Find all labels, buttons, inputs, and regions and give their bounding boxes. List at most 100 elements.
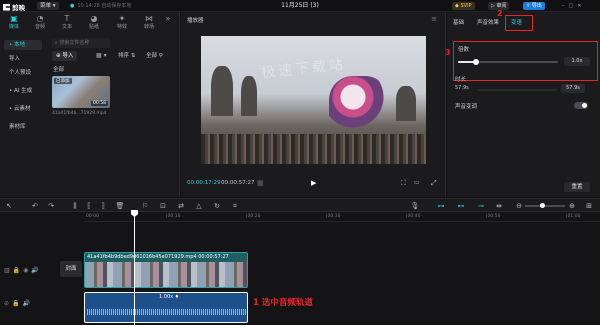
- timecode-icon[interactable]: ▦: [257, 178, 264, 188]
- audio-track-controls[interactable]: ⊘🔒🔊: [4, 300, 33, 307]
- import-button[interactable]: ⊕ 导入: [52, 51, 78, 61]
- rotate-icon[interactable]: ↻: [212, 201, 222, 211]
- video-track-controls[interactable]: ▥🔒◉🔊: [4, 267, 42, 274]
- filter-label: 全部: [146, 53, 158, 59]
- duration-label: 时长: [455, 77, 467, 83]
- tab-text[interactable]: T 文本: [55, 14, 79, 32]
- fit-icon[interactable]: ⊞: [584, 201, 594, 211]
- reset-button[interactable]: 重置: [564, 182, 590, 192]
- clip-duration: 00:58: [91, 101, 108, 106]
- tab-audio-label: 音频: [34, 24, 45, 30]
- transition-icon: ⋈: [145, 14, 153, 23]
- search-input[interactable]: ⌕ 搜索文件名称: [52, 38, 110, 48]
- tab-media[interactable]: ▣ 媒体: [2, 14, 26, 32]
- crop-tool-icon[interactable]: ⌗: [230, 201, 240, 211]
- audio-clip[interactable]: 1.00x ♦: [84, 292, 248, 323]
- menu-button[interactable]: 菜单 ▾: [37, 2, 59, 10]
- total-time: 00:00:57:27: [221, 180, 255, 186]
- tick-label: |00:10: [166, 214, 181, 219]
- grid-icon: ▦ ▾: [96, 52, 107, 59]
- split-left-icon[interactable]: ⟦: [84, 201, 94, 211]
- nav-library[interactable]: 素材库: [4, 122, 42, 132]
- nav-ai-generate[interactable]: • AI 生成: [4, 86, 42, 96]
- tab-transition[interactable]: ⋈ 转场: [137, 14, 161, 32]
- microphone-icon[interactable]: 🎙: [410, 201, 420, 211]
- inspector-panel: 基础 声音效果 变速 2 3 倍数 1.0x 时长 57.9s 57.9s 声音…: [445, 9, 600, 197]
- zoom-knob[interactable]: [540, 203, 545, 208]
- tab-sticker[interactable]: ◕ 贴纸: [82, 14, 106, 32]
- annotation-step1: 1 选中音频轨道: [253, 298, 313, 308]
- play-button[interactable]: ▶: [311, 178, 316, 188]
- crop-icon[interactable]: ⛶: [401, 178, 406, 188]
- annotation-step2: 2: [497, 9, 503, 18]
- freeze-icon[interactable]: ⊡: [158, 201, 168, 211]
- delete-icon[interactable]: 🗑: [115, 201, 125, 211]
- annotation-step3: 3: [445, 48, 451, 57]
- tab-sticker-label: 贴纸: [88, 24, 99, 30]
- speed-multiplier-group: 倍数 1.0x: [453, 41, 598, 81]
- split-right-icon[interactable]: ⟧: [98, 201, 108, 211]
- video-clip[interactable]: 41a41fb4b9dbed9d61016b45e071929.mp4 00:0…: [84, 252, 248, 288]
- player-panel: 播放器 ≡ 极速下载站 00:00:17:29 00:00:57:27 ▦ ▶ …: [181, 12, 446, 197]
- redo-icon[interactable]: ↷: [46, 201, 56, 211]
- review-icon: ▷: [491, 3, 495, 9]
- pitch-toggle[interactable]: [574, 102, 588, 109]
- video-preview[interactable]: 极速下载站: [201, 36, 426, 164]
- tree-shape: [241, 76, 257, 116]
- lock-icon[interactable]: 🔒: [13, 267, 23, 274]
- track-menu-icon[interactable]: ▥: [4, 267, 13, 274]
- multiplier-value[interactable]: 1.0x: [564, 57, 590, 66]
- menu-icon[interactable]: ≡: [431, 15, 437, 23]
- speaker-icon[interactable]: 🔊: [31, 267, 41, 274]
- playhead[interactable]: [134, 212, 135, 325]
- nav-cloud[interactable]: • 云素材: [4, 104, 42, 114]
- close-icon[interactable]: ✕: [577, 3, 585, 9]
- chevron-right-icon: »: [165, 14, 171, 23]
- tab-sound-effects[interactable]: 声音效果: [477, 18, 499, 28]
- nav-presets[interactable]: 个人预设: [4, 68, 42, 78]
- svip-label: SVIP: [460, 3, 472, 9]
- export-button[interactable]: ⇪ 导出: [523, 2, 545, 10]
- nav-local[interactable]: • 本地: [4, 40, 42, 50]
- cover-button[interactable]: 封面: [60, 261, 82, 277]
- undo-icon[interactable]: ↶: [30, 201, 40, 211]
- more-tabs-button[interactable]: »: [160, 14, 176, 32]
- ratio-icon[interactable]: ▭: [414, 178, 420, 188]
- tick-label: |01:00: [566, 214, 581, 219]
- sort-button[interactable]: 排序 ⇅: [118, 51, 135, 61]
- pitch-label: 声音变调: [455, 104, 478, 110]
- filter-button[interactable]: 全部 ⚲: [146, 51, 163, 61]
- snap-icon[interactable]: ⇹: [494, 201, 504, 211]
- fullscreen-icon[interactable]: ⤢: [431, 178, 437, 188]
- select-icon[interactable]: ↖: [4, 201, 14, 211]
- multiplier-slider-knob[interactable]: [473, 59, 479, 65]
- window-controls[interactable]: –□✕: [562, 2, 585, 10]
- magnet-icon[interactable]: ⊷: [456, 201, 466, 211]
- zoom-slider[interactable]: [525, 205, 565, 207]
- text-icon: T: [64, 14, 70, 23]
- duration-to[interactable]: 57.9s: [561, 84, 585, 93]
- tab-basic[interactable]: 基础: [453, 18, 464, 28]
- nav-import[interactable]: 导入: [4, 54, 42, 64]
- view-mode-button[interactable]: ▦ ▾: [96, 51, 107, 61]
- tick-label: 00:00: [86, 214, 99, 219]
- link-icon[interactable]: ⊶: [436, 201, 446, 211]
- lock-icon[interactable]: 🔒: [12, 300, 22, 307]
- maximize-icon[interactable]: □: [569, 3, 578, 9]
- preview-axis-icon[interactable]: ⊸: [476, 201, 486, 211]
- media-thumbnail[interactable]: 已添加 00:58: [52, 76, 110, 108]
- app-logo: 剪映: [3, 2, 25, 12]
- tab-audio[interactable]: ◔ 音频: [28, 14, 52, 32]
- mirror-icon[interactable]: △: [194, 201, 204, 211]
- reverse-icon[interactable]: ⇄: [176, 201, 186, 211]
- marker-icon[interactable]: ⚐: [140, 201, 150, 211]
- split-icon[interactable]: ⫼: [70, 201, 80, 211]
- speaker-icon[interactable]: 🔊: [23, 300, 33, 307]
- zoom-in-icon[interactable]: ⊕: [567, 201, 577, 211]
- svip-badge[interactable]: ◆ SVIP: [452, 2, 475, 10]
- tab-effects[interactable]: ✦ 特效: [110, 14, 134, 32]
- media-pane: ⌕ 搜索文件名称 ⊕ 导入 ▦ ▾ 排序 ⇅ 全部 ⚲ 全部 已添加 00:58…: [50, 38, 180, 198]
- crowd: [201, 134, 426, 164]
- zoom-out-icon[interactable]: ⊖: [514, 201, 524, 211]
- link-track-icon[interactable]: ⊘: [4, 300, 12, 307]
